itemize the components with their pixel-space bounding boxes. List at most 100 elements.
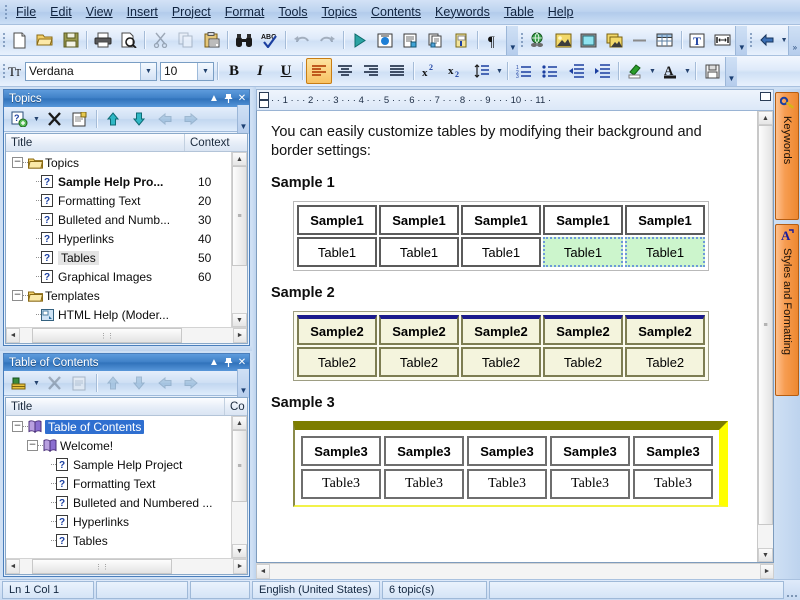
menu-item-contents[interactable]: Contents: [364, 2, 428, 23]
paste-clipboard-icon[interactable]: [199, 27, 224, 53]
tree-row[interactable]: ? Hyperlinks: [6, 512, 231, 531]
tree-row[interactable]: − Welcome!: [6, 436, 231, 455]
superscript-icon[interactable]: x2: [417, 58, 443, 84]
horizontal-line-icon[interactable]: [627, 27, 652, 53]
font-color-icon[interactable]: A: [657, 58, 683, 84]
table-cell[interactable]: Sample1: [625, 205, 705, 235]
indent-marker-left[interactable]: [258, 91, 269, 109]
side-tab-styles[interactable]: A Styles and Formatting: [775, 224, 799, 396]
scroll-up-arrow-icon[interactable]: ▲: [232, 416, 247, 430]
table-cell[interactable]: Table3: [550, 469, 630, 499]
panel-splitter[interactable]: [0, 346, 252, 351]
insert-media-icon[interactable]: [576, 27, 601, 53]
tree-row[interactable]: ? Bulleted and Numb... 30: [6, 210, 231, 229]
table-cell[interactable]: Table3: [384, 469, 464, 499]
tree-expander-icon[interactable]: −: [12, 421, 23, 432]
table-cell[interactable]: Table3: [633, 469, 713, 499]
tree-expander-icon[interactable]: −: [12, 157, 23, 168]
topics-hscroll-thumb[interactable]: ⋮⋮: [32, 328, 182, 343]
item-properties-icon[interactable]: [67, 370, 93, 396]
topics-column-context[interactable]: Context: [185, 134, 247, 151]
menu-item-project[interactable]: Project: [165, 2, 218, 23]
table-cell[interactable]: Sample1: [379, 205, 459, 235]
back-navigate-dropdown[interactable]: ▼: [780, 29, 789, 51]
table-row[interactable]: Sample3 Sample3 Sample3 Sample3 Sample3: [301, 436, 713, 466]
scroll-down-arrow-icon[interactable]: ▼: [232, 313, 247, 327]
table-cell[interactable]: Sample2: [625, 315, 705, 345]
move-up-icon[interactable]: [100, 106, 126, 132]
pin-icon[interactable]: [221, 91, 235, 106]
tree-row[interactable]: ? Formatting Text 20: [6, 191, 231, 210]
copy-page-icon[interactable]: [423, 27, 448, 53]
table-cell[interactable]: Table2: [379, 347, 459, 377]
tree-row[interactable]: ? Sample Help Pro... 10: [6, 172, 231, 191]
move-left-icon[interactable]: [152, 370, 178, 396]
cut-scissors-icon[interactable]: [148, 27, 173, 53]
toc-scroll-track[interactable]: ≡: [232, 430, 247, 544]
document-canvas[interactable]: You can easily customize tables by modif…: [257, 111, 757, 562]
table-cell[interactable]: Table1: [461, 237, 541, 267]
move-right-icon[interactable]: [178, 106, 204, 132]
print-icon[interactable]: [90, 27, 115, 53]
scroll-left-arrow-icon[interactable]: ◄: [6, 328, 20, 343]
paragraph-marks-icon[interactable]: ¶: [481, 27, 506, 53]
tree-row[interactable]: ? Hyperlinks 40: [6, 229, 231, 248]
table-cell[interactable]: Sample2: [461, 315, 541, 345]
numbered-list-icon[interactable]: 123: [511, 58, 537, 84]
scroll-up-arrow-icon[interactable]: ▲: [232, 152, 247, 166]
font-name-combo[interactable]: Verdana ▼: [25, 61, 157, 81]
topics-tree[interactable]: − Topics? Sample Help Pro... 10? Formatting …: [6, 152, 231, 327]
table-row[interactable]: Sample1 Sample1 Sample1 Sample1 Sample1: [297, 205, 705, 235]
table-cell[interactable]: Table3: [467, 469, 547, 499]
table-row[interactable]: Table2 Table2 Table2 Table2 Table2: [297, 347, 705, 377]
scroll-down-arrow-icon[interactable]: ▼: [758, 548, 773, 562]
toc-column-context[interactable]: Co: [225, 398, 247, 415]
side-tab-keywords[interactable]: Keywords: [775, 92, 799, 220]
menu-grip-handle[interactable]: [2, 4, 9, 20]
resize-grip-icon[interactable]: [786, 581, 798, 599]
scroll-right-arrow-icon[interactable]: ►: [233, 328, 247, 343]
topics-hscroll-track[interactable]: ⋮⋮: [20, 328, 233, 343]
sample-table[interactable]: Sample1 Sample1 Sample1 Sample1 Sample1 Table…: [293, 201, 709, 271]
formatting-toolbar-overflow-button[interactable]: ▼: [725, 56, 737, 86]
compile-play-icon[interactable]: [347, 27, 372, 53]
table-cell[interactable]: Table2: [461, 347, 541, 377]
font-size-combo[interactable]: 10 ▼: [160, 61, 214, 81]
menu-item-tools[interactable]: Tools: [271, 2, 314, 23]
table-cell[interactable]: Sample3: [550, 436, 630, 466]
insert-table-icon[interactable]: [652, 27, 677, 53]
table-cell[interactable]: Table3: [301, 469, 381, 499]
align-justify-icon[interactable]: [384, 58, 410, 84]
table-cell[interactable]: Sample2: [543, 315, 623, 345]
tree-row[interactable]: ? Sample Help Project: [6, 455, 231, 474]
spellcheck-abc-icon[interactable]: ABC: [257, 27, 282, 53]
toc-tree[interactable]: − Table of Contents − Welcome!? Sample Help …: [6, 416, 231, 558]
topics-toolbar-overflow-button[interactable]: ▼: [237, 104, 249, 134]
scroll-down-arrow-icon[interactable]: ▼: [232, 544, 247, 558]
formatting-toolbar-grip[interactable]: [0, 63, 7, 79]
font-color-dropdown[interactable]: ▼: [683, 60, 692, 82]
toc-scroll-thumb[interactable]: ≡: [232, 430, 247, 502]
document-horizontal-scrollbar[interactable]: ◄ ►: [256, 563, 774, 579]
font-size-dropdown-arrow[interactable]: ▼: [197, 62, 213, 80]
open-folder-icon[interactable]: [32, 27, 57, 53]
tree-row[interactable]: − Table of Contents: [6, 417, 231, 436]
scroll-up-arrow-icon[interactable]: ▲: [758, 111, 773, 125]
sample-table[interactable]: Sample3 Sample3 Sample3 Sample3 Sample3 Table…: [298, 433, 716, 502]
font-name-dropdown-arrow[interactable]: ▼: [140, 62, 156, 80]
table-cell[interactable]: Sample1: [543, 205, 623, 235]
nav-toolbar-grip[interactable]: [747, 32, 754, 48]
table-cell[interactable]: Sample3: [633, 436, 713, 466]
decrease-indent-icon[interactable]: [563, 58, 589, 84]
align-right-icon[interactable]: [358, 58, 384, 84]
align-center-icon[interactable]: [332, 58, 358, 84]
delete-topic-icon[interactable]: [41, 106, 67, 132]
copy-icon[interactable]: [173, 27, 198, 53]
increase-indent-icon[interactable]: [589, 58, 615, 84]
topic-properties-icon[interactable]: [67, 106, 93, 132]
tree-row[interactable]: ? Tables: [6, 531, 231, 550]
menu-item-topics[interactable]: Topics: [315, 2, 364, 23]
align-left-icon[interactable]: [306, 58, 332, 84]
tree-row[interactable]: ? Tables 50: [6, 248, 231, 267]
toc-hscroll-thumb[interactable]: ⋮⋮: [32, 559, 172, 574]
